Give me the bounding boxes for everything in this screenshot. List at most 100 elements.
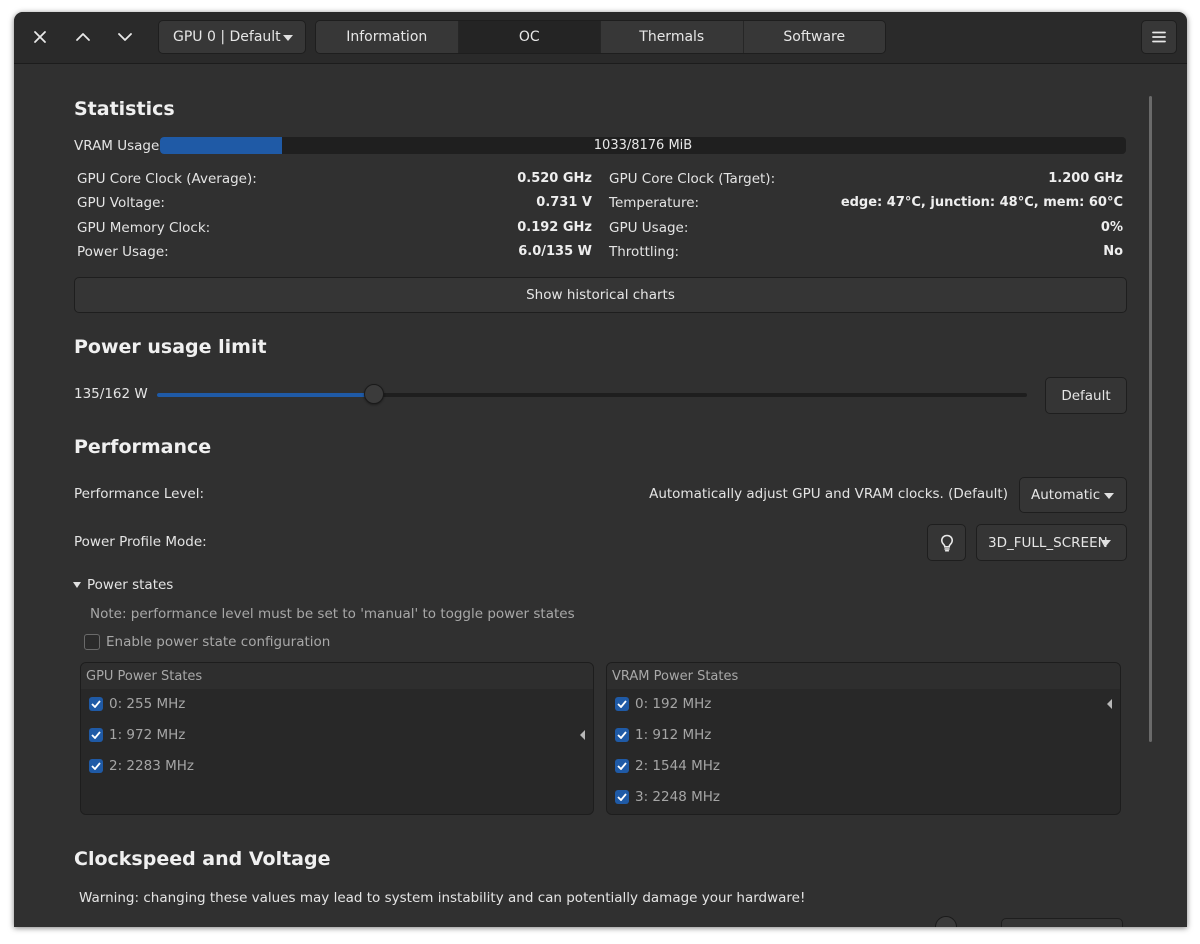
state-label: 1: 912 MHz <box>635 727 712 743</box>
power-profile-info-button[interactable] <box>927 524 966 561</box>
gpu-power-state-item[interactable]: 0: 255 MHz <box>89 696 185 712</box>
dropdown-value: Automatic <box>1031 487 1101 503</box>
gpu-power-states-title: GPU Power States <box>86 669 203 684</box>
expander-arrow-icon <box>73 582 81 588</box>
power-limit-default-button[interactable]: Default <box>1045 377 1127 414</box>
power-profile-mode-dropdown[interactable]: 3D_FULL_SCREEN <box>976 524 1127 561</box>
performance-level-label: Performance Level: <box>74 486 205 502</box>
tab-label: Information <box>346 29 428 45</box>
performance-level-description: Automatically adjust GPU and VRAM clocks… <box>649 486 1008 502</box>
power-limit-slider[interactable] <box>157 393 1027 397</box>
gpu-selector-label: GPU 0 | Default <box>173 29 281 45</box>
vram-power-state-item[interactable]: 3: 2248 MHz <box>615 789 720 805</box>
vram-usage-text: 1033/8176 MiB <box>593 138 693 153</box>
stat-value: 0% <box>1100 220 1123 235</box>
checked-icon[interactable] <box>615 728 629 742</box>
power-profile-mode-label: Power Profile Mode: <box>74 534 207 550</box>
tab-oc[interactable]: OC <box>458 21 601 53</box>
state-label: 2: 2283 MHz <box>109 758 194 774</box>
checked-icon[interactable] <box>89 697 103 711</box>
enable-power-state-checkbox-row[interactable]: Enable power state configuration <box>84 634 330 650</box>
gpu-power-state-item[interactable]: 1: 972 MHz <box>89 727 185 743</box>
state-label: 2: 1544 MHz <box>635 758 720 774</box>
checked-icon[interactable] <box>615 697 629 711</box>
enable-power-state-checkbox[interactable] <box>84 634 100 650</box>
stat-label: GPU Voltage: <box>77 195 165 211</box>
state-label: 0: 192 MHz <box>635 696 712 712</box>
performance-level-dropdown[interactable]: Automatic <box>1019 477 1127 513</box>
power-limit-heading: Power usage limit <box>74 336 267 358</box>
stat-value: edge: 47°C, junction: 48°C, mem: 60°C <box>840 195 1123 210</box>
active-state-indicator-icon <box>580 730 585 740</box>
checked-icon[interactable] <box>89 728 103 742</box>
dropdown-arrow-icon <box>1101 540 1111 546</box>
vram-power-state-item[interactable]: 2: 1544 MHz <box>615 758 720 774</box>
tab-label: Software <box>783 29 846 45</box>
stat-label: GPU Usage: <box>609 220 689 236</box>
show-historical-charts-button[interactable]: Show historical charts <box>74 277 1127 313</box>
checked-icon[interactable] <box>615 759 629 773</box>
vram-power-state-item[interactable]: 0: 192 MHz <box>615 696 711 712</box>
checked-icon[interactable] <box>615 790 629 804</box>
power-states-expander[interactable]: Power states <box>72 577 173 593</box>
checkbox-label: Enable power state configuration <box>106 634 331 650</box>
dropdown-arrow-icon <box>283 35 293 41</box>
power-limit-value: 135/162 W <box>74 386 148 402</box>
stat-label: GPU Core Clock (Target): <box>609 171 776 187</box>
stat-value: 6.0/135 W <box>518 244 592 259</box>
tab-label: Thermals <box>639 29 705 45</box>
expander-label: Power states <box>87 577 174 593</box>
close-button[interactable] <box>22 20 58 54</box>
state-label: 3: 2248 MHz <box>635 789 720 805</box>
stat-value: 0.520 GHz <box>517 171 592 186</box>
stat-value: No <box>1103 244 1123 259</box>
stat-value: 0.731 V <box>536 195 592 210</box>
partial-slider-handle[interactable] <box>935 916 957 927</box>
button-label: Show historical charts <box>526 287 675 303</box>
state-label: 0: 255 MHz <box>109 696 186 712</box>
gpu-selector-dropdown[interactable]: GPU 0 | Default <box>158 20 306 54</box>
lightbulb-icon <box>940 534 953 552</box>
main-content: Statistics VRAM Usage: 1033/8176 MiB GPU… <box>14 64 1187 927</box>
chevron-down-icon <box>118 33 132 41</box>
dropdown-arrow-icon <box>1104 493 1114 499</box>
stat-value: 0.192 GHz <box>517 220 592 235</box>
vram-power-states-panel: VRAM Power States 0: 192 MHz 1: 912 MHz … <box>606 662 1121 815</box>
dropdown-value: 3D_FULL_SCREEN <box>988 534 1108 551</box>
vram-usage-label: VRAM Usage: <box>74 138 164 154</box>
button-label: Default <box>1061 387 1111 404</box>
stat-label: Temperature: <box>609 195 700 211</box>
tab-bar: Information OC Thermals Software <box>315 20 886 54</box>
hamburger-menu-icon <box>1152 31 1166 43</box>
vram-power-state-item[interactable]: 1: 912 MHz <box>615 727 711 743</box>
tab-thermals[interactable]: Thermals <box>601 21 744 53</box>
vram-usage-bar: 1033/8176 MiB <box>160 137 1126 154</box>
partial-spin-button[interactable] <box>1001 918 1123 927</box>
next-button[interactable] <box>107 20 143 54</box>
state-label: 1: 972 MHz <box>109 727 186 743</box>
stat-label: Power Usage: <box>77 244 169 260</box>
statistics-heading: Statistics <box>74 98 175 120</box>
power-states-note: Note: performance level must be set to '… <box>90 606 575 622</box>
close-icon <box>34 31 46 43</box>
previous-button[interactable] <box>65 20 101 54</box>
main-menu-button[interactable] <box>1141 20 1177 54</box>
tab-software[interactable]: Software <box>743 21 885 53</box>
checked-icon[interactable] <box>89 759 103 773</box>
gpu-power-state-item[interactable]: 2: 2283 MHz <box>89 758 194 774</box>
scrollbar[interactable] <box>1149 96 1152 742</box>
clockspeed-warning: Warning: changing these values may lead … <box>79 890 806 906</box>
stat-value: 1.200 GHz <box>1048 171 1123 186</box>
performance-heading: Performance <box>74 436 212 458</box>
header-bar: GPU 0 | Default Information OC Thermals … <box>14 12 1187 64</box>
stat-label: Throttling: <box>609 244 680 260</box>
tab-information[interactable]: Information <box>316 21 459 53</box>
power-limit-slider-fill <box>157 393 374 397</box>
app-window: GPU 0 | Default Information OC Thermals … <box>14 12 1187 927</box>
power-limit-slider-handle[interactable] <box>363 384 384 404</box>
vram-power-states-title: VRAM Power States <box>612 669 739 684</box>
clockspeed-heading: Clockspeed and Voltage <box>74 848 331 870</box>
gpu-power-states-panel: GPU Power States 0: 255 MHz 1: 972 MHz 2… <box>80 662 594 815</box>
stat-label: GPU Memory Clock: <box>77 220 211 236</box>
chevron-up-icon <box>76 33 90 41</box>
